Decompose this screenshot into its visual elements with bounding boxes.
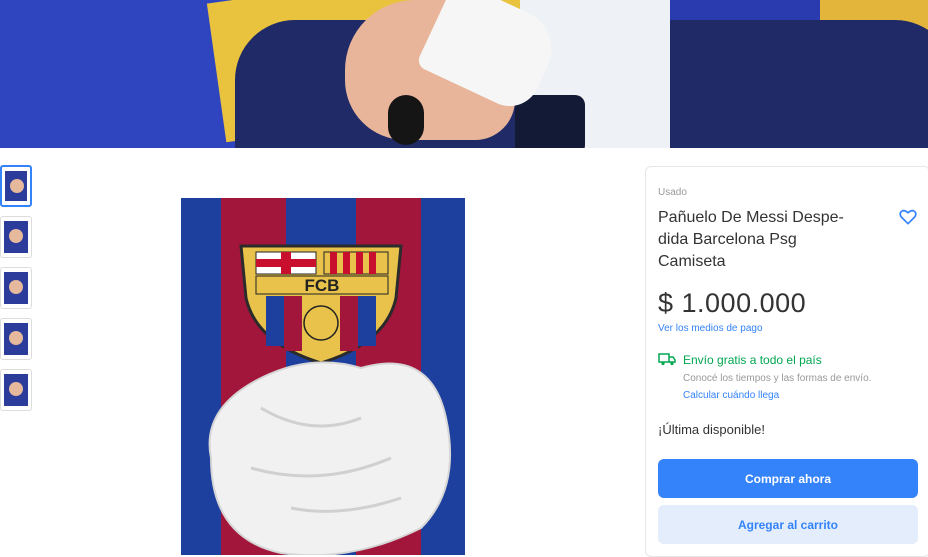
thumbnail[interactable]: [0, 369, 32, 411]
buy-now-button[interactable]: Comprar ahora: [658, 459, 918, 498]
thumbnail-image: [5, 171, 27, 201]
thumbnail[interactable]: [0, 318, 32, 360]
stock-status: ¡Última disponible!: [658, 422, 765, 437]
shipping-subtitle: Conocé los tiempos y las formas de envío…: [683, 373, 872, 384]
crest-text: FCB: [305, 276, 340, 295]
item-condition: Usado: [658, 187, 687, 198]
product-info-panel: Usado Pañuelo De Messi Despe- dida Barce…: [645, 166, 928, 557]
thumbnail-image: [4, 374, 28, 406]
tissue-image: [208, 361, 452, 555]
truck-icon: [658, 353, 676, 366]
main-product-image[interactable]: FCB: [181, 198, 465, 555]
thumbnail-image: [4, 221, 28, 253]
add-to-cart-button[interactable]: Agregar al carrito: [658, 505, 918, 544]
thumbnail[interactable]: [0, 267, 32, 309]
header-photo: [0, 0, 928, 148]
free-shipping-text: Envío gratis a todo el país: [683, 353, 822, 367]
thumbnail-list: [0, 165, 34, 420]
thumbnail[interactable]: [0, 216, 32, 258]
photo-microphone: [388, 95, 424, 145]
product-title: Pañuelo De Messi Despe- dida Barcelona P…: [658, 209, 844, 270]
photo-tie: [515, 95, 585, 148]
product-price: $ 1.000.000: [658, 288, 807, 318]
thumbnail-image: [4, 323, 28, 355]
heart-icon[interactable]: [898, 207, 918, 227]
payment-methods-link[interactable]: Ver los medios de pago: [658, 323, 763, 334]
calculate-delivery-link[interactable]: Calcular cuándo llega: [683, 390, 779, 401]
thumbnail-image: [4, 272, 28, 304]
thumbnail[interactable]: [0, 165, 32, 207]
